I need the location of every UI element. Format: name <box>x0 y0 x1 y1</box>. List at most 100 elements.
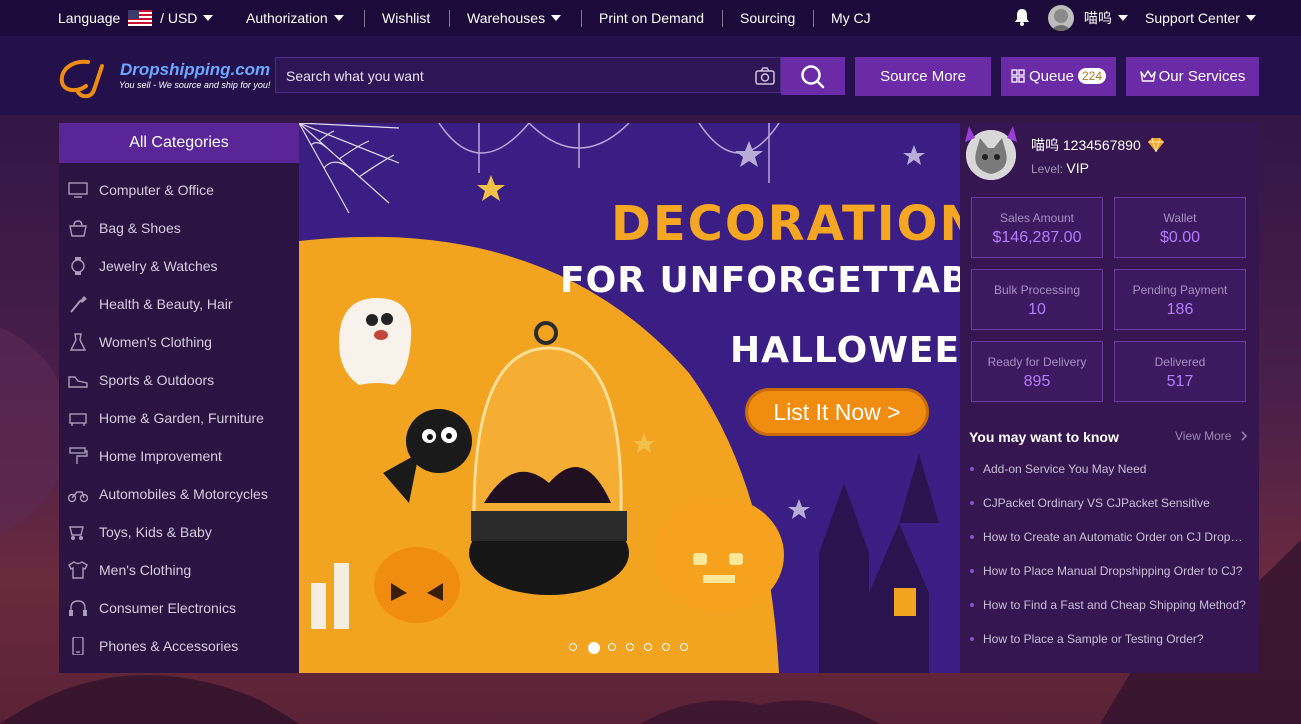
article-title: Add-on Service You May Need <box>983 462 1147 476</box>
category-label: Men's Clothing <box>99 562 192 578</box>
carousel-dot[interactable] <box>662 643 670 651</box>
category-label: Consumer Electronics <box>99 600 236 616</box>
profile-name: 喵呜 1234567890 <box>1031 135 1165 155</box>
logo-name: Dropshipping.com <box>120 60 271 79</box>
category-label: Home Improvement <box>99 448 222 464</box>
category-item[interactable]: Phones & Accessories <box>59 627 299 665</box>
category-item[interactable]: Jewelry & Watches <box>59 247 299 285</box>
us-flag-icon <box>128 10 153 26</box>
avatar <box>1048 5 1074 31</box>
category-item[interactable]: Women's Clothing <box>59 323 299 361</box>
stat-label: Bulk Processing <box>993 283 1081 297</box>
you-may-want-to-know-title: You may want to know <box>969 429 1119 445</box>
stat-card[interactable]: Ready for Delivery 895 <box>971 341 1103 402</box>
bullet-icon <box>970 637 974 641</box>
category-label: Health & Beauty, Hair <box>99 296 233 312</box>
stat-card[interactable]: Bulk Processing 10 <box>971 269 1103 330</box>
support-center-menu[interactable]: Support Center <box>1145 0 1256 36</box>
category-item[interactable]: Automobiles & Motorcycles <box>59 475 299 513</box>
article-link[interactable]: How to Place Manual Dropshipping Order t… <box>970 564 1248 584</box>
list-it-now-button[interactable]: List It Now > <box>745 388 929 436</box>
source-more-button[interactable]: Source More <box>855 57 991 96</box>
article-title: How to Find a Fast and Cheap Shipping Me… <box>983 598 1246 612</box>
view-more-link[interactable]: View More <box>1175 429 1248 443</box>
article-link[interactable]: Add-on Service You May Need <box>970 462 1248 482</box>
stat-value: 10 <box>1028 301 1046 318</box>
brush-icon <box>70 296 87 313</box>
sofa-icon <box>69 413 87 426</box>
article-link[interactable]: How to Create an Automatic Order on CJ D… <box>970 530 1248 550</box>
stat-card[interactable]: Sales Amount $146,287.00 <box>971 197 1103 258</box>
stat-card[interactable]: Pending Payment 186 <box>1114 269 1246 330</box>
watch-icon <box>71 257 85 275</box>
support-center-label: Support Center <box>1145 10 1240 26</box>
language-selector[interactable]: Language / USD <box>58 0 214 36</box>
category-item[interactable]: Sports & Outdoors <box>59 361 299 399</box>
grid-icon <box>1011 69 1025 83</box>
carousel-dot[interactable] <box>569 643 577 651</box>
queue-button[interactable]: Queue 224 <box>1001 57 1116 96</box>
category-item[interactable]: Health & Beauty, Hair <box>59 285 299 323</box>
print-on-demand-link[interactable]: Print on Demand <box>599 0 704 36</box>
article-link[interactable]: How to Place a Sample or Testing Order? <box>970 632 1248 652</box>
carousel-dot[interactable] <box>587 641 601 655</box>
dress-icon <box>69 333 87 351</box>
my-cj-link[interactable]: My CJ <box>831 0 871 36</box>
search-icon <box>801 65 825 89</box>
category-item[interactable]: Home & Garden, Furniture <box>59 399 299 437</box>
category-item[interactable]: Men's Clothing <box>59 551 299 589</box>
article-title: CJPacket Ordinary VS CJPacket Sensitive <box>983 496 1210 510</box>
article-title: How to Place Manual Dropshipping Order t… <box>983 564 1243 578</box>
category-item[interactable]: Home Improvement <box>59 437 299 475</box>
warehouses-menu[interactable]: Warehouses <box>467 0 562 36</box>
carousel-dot[interactable] <box>680 643 688 651</box>
bullet-icon <box>970 603 974 607</box>
user-menu[interactable]: 喵呜 <box>1048 0 1128 36</box>
category-item[interactable]: Consumer Electronics <box>59 589 299 627</box>
warehouses-label: Warehouses <box>467 10 546 26</box>
category-item[interactable]: Bag & Shoes <box>59 209 299 247</box>
our-services-button[interactable]: Our Services <box>1126 57 1259 96</box>
chevron-down-icon <box>203 15 214 21</box>
stat-value: 186 <box>1166 301 1194 318</box>
carousel-dot[interactable] <box>626 643 634 651</box>
profile-level: Level: VIP <box>1031 160 1089 176</box>
all-categories-title[interactable]: All Categories <box>59 123 299 163</box>
search-input[interactable] <box>284 65 748 87</box>
shoe-icon <box>68 376 88 388</box>
notification-bell-icon[interactable] <box>1014 0 1030 36</box>
stat-card[interactable]: Wallet $0.00 <box>1114 197 1246 258</box>
camera-icon[interactable] <box>754 66 776 86</box>
chevron-down-icon <box>551 15 562 21</box>
stat-value: $0.00 <box>1159 229 1201 246</box>
carousel-dot[interactable] <box>644 643 652 651</box>
authorization-menu[interactable]: Authorization <box>246 0 344 36</box>
stat-value: 517 <box>1166 373 1194 390</box>
category-label: Home & Garden, Furniture <box>99 410 264 426</box>
stat-card[interactable]: Delivered 517 <box>1114 341 1246 402</box>
carousel-dot[interactable] <box>608 643 616 651</box>
category-label: Phones & Accessories <box>99 638 239 654</box>
category-item[interactable]: Toys, Kids & Baby <box>59 513 299 551</box>
stat-label: Delivered <box>1154 355 1206 369</box>
article-link[interactable]: How to Find a Fast and Cheap Shipping Me… <box>970 598 1248 618</box>
category-label: Women's Clothing <box>99 334 212 350</box>
divider <box>813 10 814 27</box>
chevron-down-icon <box>1117 15 1128 21</box>
search-box <box>275 57 781 93</box>
category-item[interactable]: Computer & Office <box>59 171 299 209</box>
bag-icon <box>69 220 87 237</box>
username-label: 喵呜 <box>1083 10 1112 26</box>
category-label: Automobiles & Motorcycles <box>99 486 268 502</box>
wishlist-link[interactable]: Wishlist <box>382 0 430 36</box>
monitor-icon <box>68 182 88 198</box>
language-label: Language <box>58 10 121 26</box>
article-link[interactable]: CJPacket Ordinary VS CJPacket Sensitive <box>970 496 1248 516</box>
search-button[interactable] <box>781 57 845 95</box>
stat-value: $146,287.00 <box>992 229 1082 246</box>
phone-icon <box>72 637 84 655</box>
sourcing-link[interactable]: Sourcing <box>740 0 795 36</box>
authorization-label: Authorization <box>246 10 328 26</box>
banner-halloween-text: HALLOWEEN <box>730 330 992 371</box>
bullet-icon <box>970 501 974 505</box>
